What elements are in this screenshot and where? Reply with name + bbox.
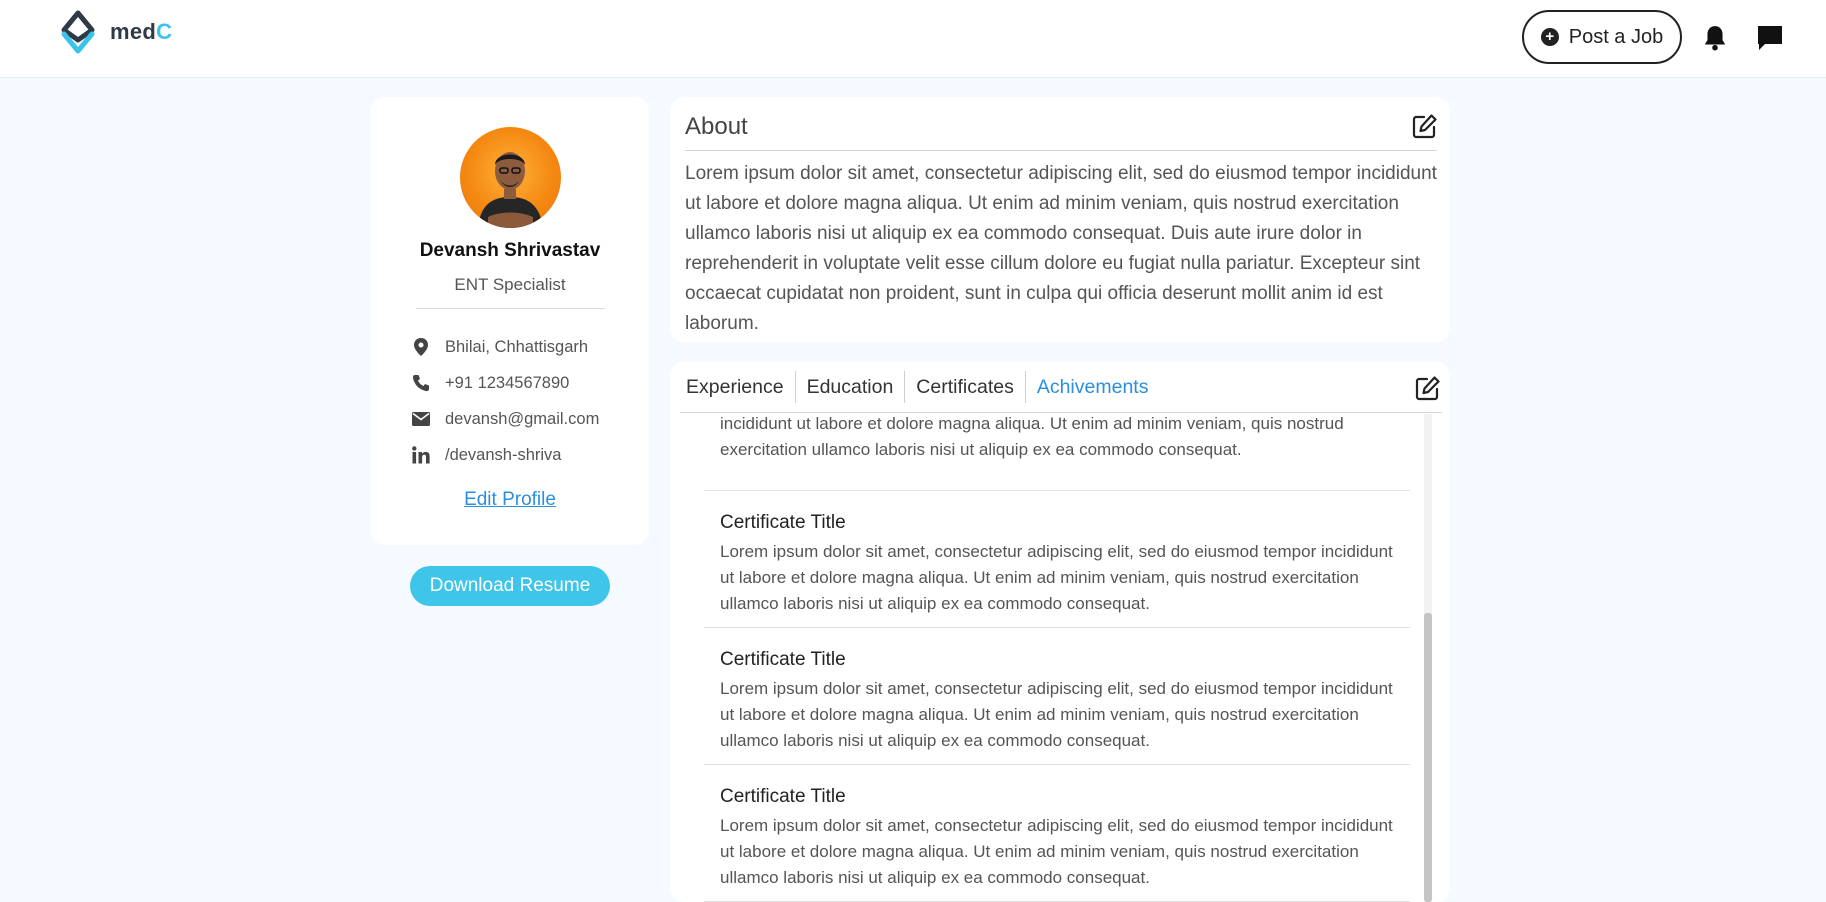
edit-about-icon[interactable] — [1412, 113, 1438, 139]
about-text: Lorem ipsum dolor sit amet, consectetur … — [685, 163, 1437, 334]
list-item-desc: Lorem ipsum dolor sit amet, consectetur … — [720, 679, 1393, 750]
edit-tab-content-icon[interactable] — [1415, 375, 1441, 401]
list-item: incididunt ut labore et dolore magna ali… — [704, 413, 1410, 491]
avatar-photo-icon — [478, 152, 543, 228]
logo[interactable]: medC — [58, 10, 172, 54]
profile-specialty: ENT Specialist — [454, 275, 566, 294]
avatar — [460, 127, 561, 228]
scrollbar-thumb[interactable] — [1424, 613, 1432, 902]
list-item-title: Certificate Title — [720, 512, 846, 533]
tab-education[interactable]: Education — [796, 371, 906, 403]
bell-icon[interactable] — [1702, 24, 1728, 52]
tab-achivements[interactable]: Achivements — [1026, 371, 1160, 403]
download-resume-button[interactable]: Download Resume — [410, 566, 610, 606]
profile-name: Devansh Shrivastav — [419, 240, 601, 261]
email-text: devansh@gmail.com — [445, 409, 600, 428]
list-item: Certificate Title Lorem ipsum dolor sit … — [704, 491, 1410, 628]
contact-email: devansh@gmail.com — [411, 409, 599, 429]
details-tabs-card: Experience Education Certificates Achive… — [670, 362, 1450, 902]
tab-experience[interactable]: Experience — [675, 371, 796, 403]
location-text: Bhilai, Chhattisgarh — [445, 337, 589, 356]
profile-divider — [416, 308, 605, 309]
list-item-title: Certificate Title — [720, 649, 846, 670]
contact-phone: +91 1234567890 — [411, 373, 569, 393]
logo-text: medC — [110, 19, 173, 44]
list-item-desc: Lorem ipsum dolor sit amet, consectetur … — [720, 542, 1393, 613]
about-divider — [685, 150, 1437, 151]
contact-location: Bhilai, Chhattisgarh — [411, 337, 588, 357]
profile-card: Devansh Shrivastav ENT Specialist Bhilai… — [371, 97, 649, 545]
list-item: Certificate Title Lorem ipsum dolor sit … — [704, 765, 1410, 902]
plus-circle-icon: + — [1540, 28, 1559, 46]
achievements-list[interactable]: incididunt ut labore et dolore magna ali… — [704, 413, 1414, 902]
logo-mark-icon — [61, 10, 95, 54]
about-title: About — [685, 113, 748, 140]
tab-bar: Experience Education Certificates Achive… — [670, 362, 1450, 412]
list-item-title: Certificate Title — [720, 786, 846, 807]
post-job-label: Post a Job — [1568, 25, 1664, 48]
phone-text: +91 1234567890 — [445, 373, 570, 392]
linkedin-text[interactable]: /devansh-shriva — [445, 446, 561, 465]
chat-icon[interactable] — [1756, 24, 1784, 52]
linkedin-icon — [411, 445, 431, 465]
post-job-button[interactable]: + Post a Job — [1522, 10, 1682, 64]
about-card: About Lorem ipsum dolor sit amet, consec… — [670, 97, 1450, 342]
location-pin-icon — [411, 337, 431, 357]
tab-certificates[interactable]: Certificates — [905, 371, 1026, 403]
top-navbar: medC + Post a Job — [0, 0, 1826, 78]
edit-profile-link[interactable]: Edit Profile — [371, 489, 649, 511]
list-item: Certificate Title Lorem ipsum dolor sit … — [704, 628, 1410, 765]
contact-linkedin: /devansh-shriva — [411, 445, 561, 465]
list-item-desc: Lorem ipsum dolor sit amet, consectetur … — [720, 816, 1393, 887]
phone-icon — [411, 373, 431, 393]
list-item-desc: incididunt ut labore et dolore magna ali… — [720, 414, 1344, 459]
mail-icon — [411, 409, 431, 429]
